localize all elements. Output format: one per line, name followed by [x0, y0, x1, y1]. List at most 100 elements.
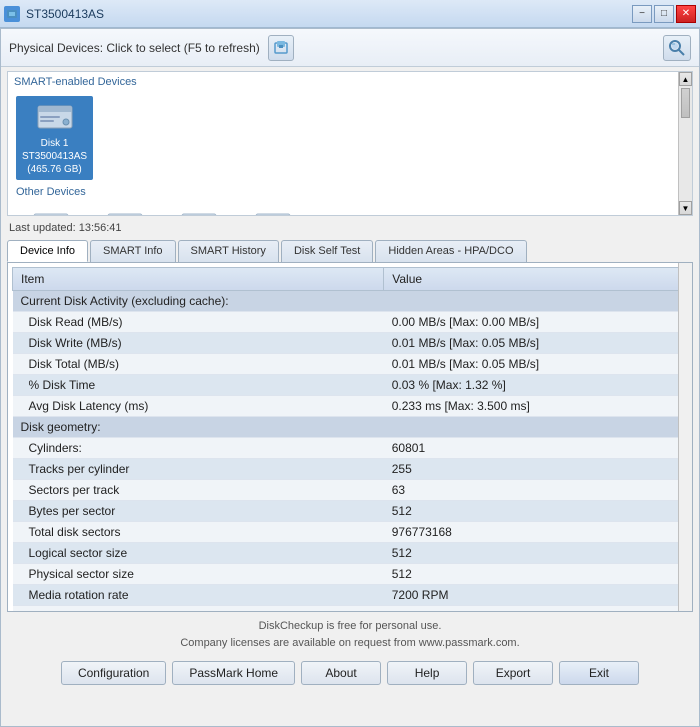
titlebar: ST3500413AS − □ ✕: [0, 0, 700, 28]
table-cell-item: Buffer Size: [13, 606, 384, 613]
device-panel: SMART-enabled Devices Disk 1 ST3500413AS: [7, 71, 693, 216]
col-value: Value: [384, 268, 688, 291]
close-button[interactable]: ✕: [676, 5, 696, 23]
table-row: Avg Disk Latency (ms)0.233 ms [Max: 3.50…: [13, 396, 688, 417]
table-row: Physical sector size512: [13, 564, 688, 585]
table-cell-item: Cylinders:: [13, 438, 384, 459]
table-row: Tracks per cylinder255: [13, 459, 688, 480]
table-cell-value: 63: [384, 480, 688, 501]
footer-line1: DiskCheckup is free for personal use.: [9, 618, 691, 635]
tabs-container: Device Info SMART Info SMART History Dis…: [1, 236, 699, 262]
table-cell-value: 0.233 ms [Max: 3.500 ms]: [384, 396, 688, 417]
content-area: Item Value Current Disk Activity (exclud…: [7, 262, 693, 612]
footer-info: DiskCheckup is free for personal use. Co…: [1, 612, 699, 655]
tab-device-info[interactable]: Device Info: [7, 240, 88, 262]
about-button[interactable]: About: [301, 661, 381, 685]
device-label: Disk 1 ST3500413AS (465.76 GB): [22, 137, 87, 176]
table-row: Disk Total (MB/s)0.01 MB/s [Max: 0.05 MB…: [13, 354, 688, 375]
table-cell-item: Avg Disk Latency (ms): [13, 396, 384, 417]
window-controls: − □ ✕: [632, 5, 696, 23]
table-row: Buffer Size16384 KB: [13, 606, 688, 613]
refresh-button[interactable]: [268, 35, 294, 61]
toolbar: Physical Devices: Click to select (F5 to…: [1, 29, 699, 67]
table-cell-value: 512: [384, 501, 688, 522]
table-cell-value: 60801: [384, 438, 688, 459]
table-cell-item: Logical sector size: [13, 543, 384, 564]
other-disk-icon-2: [104, 206, 146, 216]
other-disk-icon-3: [178, 206, 220, 216]
table-cell-value: 0.03 % [Max: 1.32 %]: [384, 375, 688, 396]
table-row: Disk Write (MB/s)0.01 MB/s [Max: 0.05 MB…: [13, 333, 688, 354]
table-cell-item: Sectors per track: [13, 480, 384, 501]
tab-hidden-areas[interactable]: Hidden Areas - HPA/DCO: [375, 240, 526, 262]
table-cell-value: 255: [384, 459, 688, 480]
other-device-3[interactable]: [164, 202, 234, 216]
smart-device-list: Disk 1 ST3500413AS (465.76 GB): [12, 92, 688, 184]
table-cell-item: Disk Total (MB/s): [13, 354, 384, 375]
table-cell-value: 0.01 MB/s [Max: 0.05 MB/s]: [384, 354, 688, 375]
table-cell-value: 16384 KB: [384, 606, 688, 613]
footer-line2: Company licenses are available on reques…: [9, 635, 691, 652]
table-row: Disk Read (MB/s)0.00 MB/s [Max: 0.00 MB/…: [13, 312, 688, 333]
table-cell-item: Media rotation rate: [13, 585, 384, 606]
table-row: Current Disk Activity (excluding cache):: [13, 291, 688, 312]
search-button[interactable]: [663, 35, 691, 61]
other-devices-label: Other Devices: [14, 186, 686, 198]
table-row: Sectors per track63: [13, 480, 688, 501]
device-info-table: Item Value Current Disk Activity (exclud…: [12, 267, 688, 612]
table-cell-item: Bytes per sector: [13, 501, 384, 522]
other-device-list: [12, 200, 688, 216]
scroll-track: [679, 86, 692, 201]
table-cell-item: Disk Read (MB/s): [13, 312, 384, 333]
last-updated: Last updated: 13:56:41: [1, 220, 699, 236]
device-panel-scrollbar[interactable]: ▲ ▼: [678, 72, 692, 215]
table-cell-value: 0.01 MB/s [Max: 0.05 MB/s]: [384, 333, 688, 354]
selected-disk-item[interactable]: Disk 1 ST3500413AS (465.76 GB): [16, 96, 93, 180]
col-item: Item: [13, 268, 384, 291]
other-disk-icon-1: [30, 206, 72, 216]
table-row: Disk geometry:: [13, 417, 688, 438]
bottom-bar: Configuration PassMark Home About Help E…: [1, 655, 699, 691]
other-disk-icon-4: [252, 206, 294, 216]
tab-disk-self-test[interactable]: Disk Self Test: [281, 240, 373, 262]
table-cell-value: 512: [384, 564, 688, 585]
table-cell-item: Tracks per cylinder: [13, 459, 384, 480]
disk-icon: [34, 100, 76, 134]
table-cell-value: 512: [384, 543, 688, 564]
other-device-4[interactable]: [238, 202, 308, 216]
scroll-thumb[interactable]: [681, 88, 690, 118]
configuration-button[interactable]: Configuration: [61, 661, 166, 685]
table-row: Total disk sectors976773168: [13, 522, 688, 543]
title-text: ST3500413AS: [26, 7, 632, 21]
table-row: Bytes per sector512: [13, 501, 688, 522]
table-cell-item: % Disk Time: [13, 375, 384, 396]
exit-button[interactable]: Exit: [559, 661, 639, 685]
table-cell-value: 976773168: [384, 522, 688, 543]
table-row: Media rotation rate7200 RPM: [13, 585, 688, 606]
other-device-1[interactable]: [16, 202, 86, 216]
smart-devices-label: SMART-enabled Devices: [12, 76, 688, 88]
table-cell-value: 7200 RPM: [384, 585, 688, 606]
export-button[interactable]: Export: [473, 661, 553, 685]
table-cell-item: Total disk sectors: [13, 522, 384, 543]
other-device-2[interactable]: [90, 202, 160, 216]
table-scrollbar[interactable]: [678, 263, 692, 611]
table-row: Cylinders:60801: [13, 438, 688, 459]
table-cell-item: Disk Write (MB/s): [13, 333, 384, 354]
app-icon: [4, 6, 20, 22]
tab-smart-info[interactable]: SMART Info: [90, 240, 176, 262]
table-row: % Disk Time0.03 % [Max: 1.32 %]: [13, 375, 688, 396]
maximize-button[interactable]: □: [654, 5, 674, 23]
scroll-up-button[interactable]: ▲: [679, 72, 692, 86]
table-cell-item: Physical sector size: [13, 564, 384, 585]
table-row: Logical sector size512: [13, 543, 688, 564]
scroll-down-button[interactable]: ▼: [679, 201, 692, 215]
minimize-button[interactable]: −: [632, 5, 652, 23]
help-button[interactable]: Help: [387, 661, 467, 685]
toolbar-label: Physical Devices: Click to select (F5 to…: [9, 41, 260, 55]
main-window: Physical Devices: Click to select (F5 to…: [0, 28, 700, 727]
tab-smart-history[interactable]: SMART History: [178, 240, 279, 262]
refresh-icon: [273, 40, 289, 56]
table-cell-value: 0.00 MB/s [Max: 0.00 MB/s]: [384, 312, 688, 333]
passmark-home-button[interactable]: PassMark Home: [172, 661, 295, 685]
